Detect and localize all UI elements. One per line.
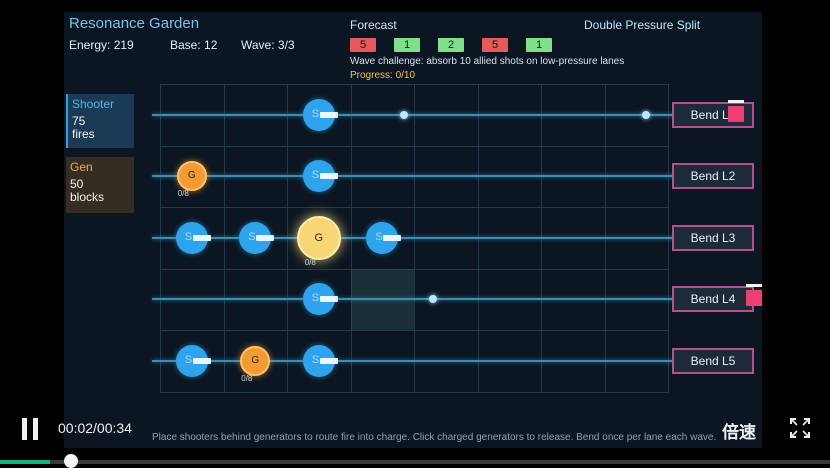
shooter-label: S xyxy=(375,230,383,243)
bend-lane-button[interactable]: Bend L2 xyxy=(672,163,754,190)
shooter-tower[interactable]: S xyxy=(239,221,275,254)
fullscreen-icon[interactable] xyxy=(788,416,812,445)
gen-card-unit: blocks xyxy=(70,190,105,204)
generator[interactable]: G xyxy=(240,345,271,376)
video-player: Resonance Garden Energy: 219 Base: 12 Wa… xyxy=(0,0,830,468)
time-display: 00:02/00:34 xyxy=(58,420,132,436)
generator[interactable]: G xyxy=(176,161,207,192)
forecast-box: 1 xyxy=(394,38,420,52)
wave-stat: Wave: 3/3 xyxy=(241,38,295,52)
bend-marker-bar xyxy=(728,99,744,103)
generator-charge-count: 0/8 xyxy=(177,189,189,199)
shooter-tower[interactable]: S xyxy=(175,221,211,254)
lane-line xyxy=(152,113,676,116)
lane-line xyxy=(152,236,676,239)
shooter-barrel xyxy=(319,296,338,303)
generator-label: G xyxy=(314,231,324,244)
shooter-barrel xyxy=(192,234,211,241)
game-title: Resonance Garden xyxy=(69,15,200,32)
mode-label: Double Pressure Split xyxy=(584,18,701,32)
lane-line xyxy=(152,298,676,301)
forecast-box: 1 xyxy=(526,38,552,52)
energy-stat: Energy: 219 xyxy=(69,38,134,52)
generator-charge-count: 0/8 xyxy=(304,257,316,267)
speed-button[interactable]: 倍速 xyxy=(722,418,756,443)
shooter-barrel xyxy=(192,357,211,364)
projectile xyxy=(641,110,650,119)
lane-line xyxy=(152,175,676,178)
bend-used-marker xyxy=(746,290,762,307)
generator-label: G xyxy=(251,354,260,366)
shooter-barrel xyxy=(383,234,402,241)
shooter-label: S xyxy=(311,107,320,120)
palette-shooter-card[interactable]: Shooter 75 fires xyxy=(66,94,134,148)
shooter-label: S xyxy=(311,353,320,366)
forecast-box: 5 xyxy=(482,38,508,52)
shooter-barrel xyxy=(319,111,338,118)
bend-lane-button[interactable]: Bend L4 xyxy=(672,286,754,313)
challenge-progress: Progress: 0/10 xyxy=(350,70,416,81)
shooter-tower[interactable]: S xyxy=(302,283,338,316)
lane-line xyxy=(152,359,676,362)
progress-knob[interactable] xyxy=(63,454,78,468)
shooter-card-title: Shooter xyxy=(72,97,115,111)
shooter-barrel xyxy=(319,357,338,364)
forecast-box: 2 xyxy=(438,38,464,52)
shooter-tower[interactable]: S xyxy=(302,98,338,131)
generator[interactable]: G xyxy=(296,215,341,260)
bend-lane-button[interactable]: Bend L5 xyxy=(672,347,754,374)
game-canvas[interactable]: Resonance Garden Energy: 219 Base: 12 Wa… xyxy=(64,12,762,448)
shooter-tower[interactable]: S xyxy=(175,344,211,377)
shooter-card-unit: fires xyxy=(72,127,95,141)
pause-icon[interactable] xyxy=(20,418,42,442)
shooter-tower[interactable]: S xyxy=(302,160,338,193)
forecast-box: 5 xyxy=(350,38,376,52)
shooter-tower[interactable]: S xyxy=(366,221,402,254)
progress-track[interactable] xyxy=(0,460,830,464)
shooter-label: S xyxy=(184,353,193,366)
base-stat: Base: 12 xyxy=(170,38,218,52)
wave-challenge: Wave challenge: absorb 10 allied shots o… xyxy=(350,56,625,67)
game-board[interactable]: G 0/8 G 0/8 G 0/8 S S S S S S S S xyxy=(152,84,676,394)
shooter-barrel xyxy=(319,173,338,180)
bend-marker-bar xyxy=(746,284,762,288)
gen-card-title: Gen xyxy=(70,160,93,174)
shooter-barrel xyxy=(256,234,275,241)
bend-lane-button[interactable]: Bend L3 xyxy=(672,224,754,251)
generator-label: G xyxy=(187,170,196,182)
shooter-label: S xyxy=(184,230,193,243)
palette-gen-card[interactable]: Gen 50 blocks xyxy=(66,157,134,213)
shooter-label: S xyxy=(248,230,256,243)
generator-charge-count: 0/8 xyxy=(241,373,253,383)
shooter-tower[interactable]: S xyxy=(302,344,338,377)
progress-fill xyxy=(0,460,50,464)
shooter-label: S xyxy=(311,292,320,305)
shooter-label: S xyxy=(311,169,320,182)
bend-used-marker xyxy=(728,105,744,122)
forecast-label: Forecast xyxy=(350,18,397,32)
player-controls: 00:02/00:34 倍速 xyxy=(0,406,830,468)
